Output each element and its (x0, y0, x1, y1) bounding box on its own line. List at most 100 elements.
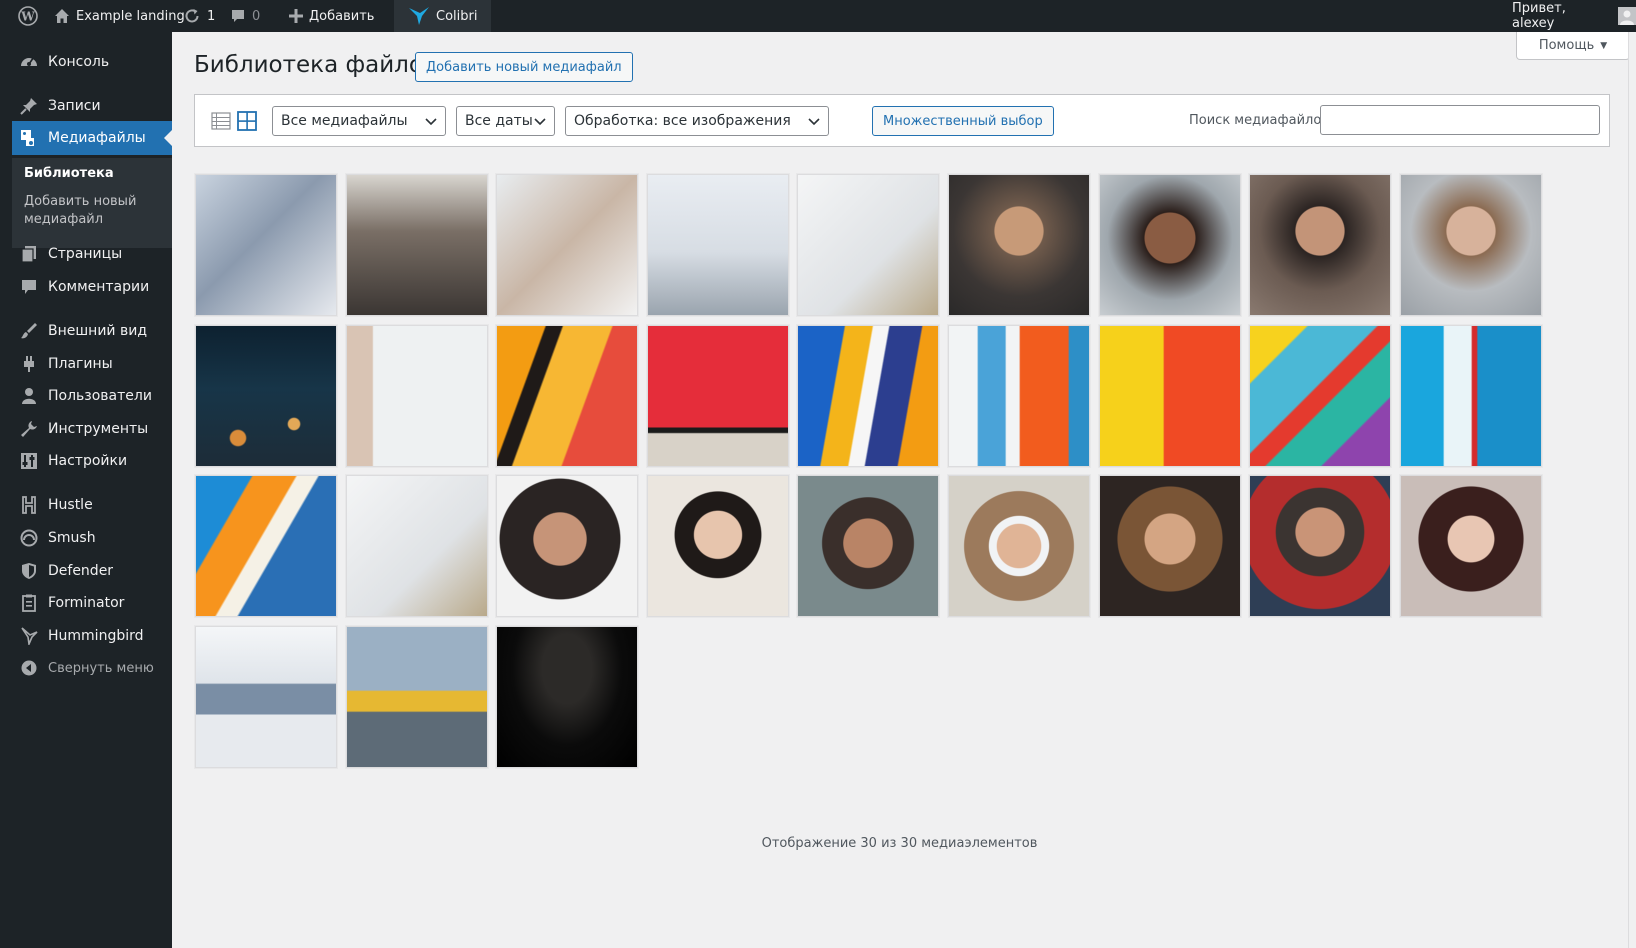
chevron-down-icon (425, 115, 437, 127)
plus-icon (289, 9, 303, 23)
orange-blue-paint-photo[interactable] (195, 475, 337, 617)
basket-coffee-photo-2[interactable] (346, 475, 488, 617)
help-label: Помощь (1538, 38, 1595, 53)
menu-item-hustle[interactable]: Hustle (12, 488, 172, 522)
menu-label: Инструменты (48, 421, 149, 437)
window-scrollbar-track[interactable] (1628, 32, 1636, 948)
menu-label: Записи (48, 98, 101, 114)
man-cap-photo[interactable] (797, 475, 939, 617)
avatar (1618, 7, 1636, 25)
office-interior-photo[interactable] (346, 174, 488, 316)
shield-icon (20, 562, 38, 580)
menu-label: Hustle (48, 497, 93, 513)
basket-coffee-photo[interactable] (797, 174, 939, 316)
menu-item-posts[interactable]: Записи (12, 89, 172, 123)
brush-icon (20, 322, 38, 340)
submenu-library[interactable]: Библиотека (24, 165, 154, 183)
hummingbird-icon (20, 627, 38, 647)
colorful-mural-photo[interactable] (1249, 325, 1391, 467)
dashboard-icon (20, 53, 38, 71)
asian-woman-photo[interactable] (647, 475, 789, 617)
woman-phone-photo[interactable] (496, 174, 638, 316)
menu-item-pages[interactable]: Страницы (12, 237, 172, 271)
menu-item-dashboard[interactable]: Консоль (12, 45, 172, 79)
greeting: Привет, alexey (1512, 1, 1566, 31)
taxi-street-photo[interactable] (346, 626, 488, 768)
blue-yellow-paint-photo[interactable] (797, 325, 939, 467)
desk-laptop-photo[interactable] (647, 174, 789, 316)
blue-orange-paint-photo[interactable] (948, 325, 1090, 467)
comments-link[interactable]: 0 (230, 0, 260, 32)
settings-icon (20, 452, 38, 470)
colibri-label: Colibri (436, 8, 478, 24)
laughing-man-photo[interactable] (1249, 475, 1391, 617)
menu-item-media[interactable]: Медиафайлы (12, 121, 172, 155)
menu-label: Консоль (48, 54, 110, 70)
grid-view-icon[interactable] (237, 111, 257, 131)
help-button[interactable]: Помощь ▼ (1516, 32, 1630, 60)
collapse-menu-button[interactable]: Свернуть меню (12, 651, 172, 685)
bulk-select-button[interactable]: Множественный выбор (872, 106, 1054, 136)
menu-item-comments[interactable]: Комментарии (12, 270, 172, 304)
colibri-link[interactable]: Colibri (394, 0, 492, 32)
businesswoman-photo[interactable] (1400, 174, 1542, 316)
add-new-media-button[interactable]: Добавить новый медиафайл (415, 52, 633, 82)
woman-sunglasses-photo[interactable] (948, 475, 1090, 617)
account-link[interactable]: Привет, alexey (1512, 0, 1636, 32)
dark-laptop-photo[interactable] (496, 626, 638, 768)
menu-item-defender[interactable]: Defender (12, 554, 172, 588)
form-icon (20, 594, 38, 612)
menu-item-hummingbird[interactable]: Hummingbird (12, 619, 172, 653)
city-night-photo[interactable] (195, 325, 337, 467)
man-glasses-photo[interactable] (1249, 174, 1391, 316)
list-view-icon[interactable] (211, 111, 231, 131)
users-icon (20, 387, 38, 405)
search-input[interactable] (1320, 105, 1600, 135)
man-headphones-photo[interactable] (496, 475, 638, 617)
menu-label: Настройки (48, 453, 128, 469)
date-filter[interactable]: Все даты (456, 106, 555, 136)
processing-filter[interactable]: Обработка: все изображения (565, 106, 829, 136)
wordpress-logo-icon[interactable]: W (18, 0, 38, 32)
refresh-icon (183, 7, 201, 25)
menu-label: Пользователи (48, 388, 152, 404)
menu-item-tools[interactable]: Инструменты (12, 412, 172, 446)
main-content: Помощь ▼ Библиотека файлов Добавить новы… (172, 32, 1630, 948)
imac-desk-photo[interactable] (195, 626, 337, 768)
media-type-filter[interactable]: Все медиафайлы (272, 106, 446, 136)
yellow-red-wall-photo[interactable] (1099, 325, 1241, 467)
submenu-add-new[interactable]: Добавить новый медиафайл (24, 193, 154, 229)
menu-item-users[interactable]: Пользователи (12, 379, 172, 413)
smush-icon (20, 529, 38, 547)
laughing-woman-photo[interactable] (1099, 475, 1241, 617)
menu-label: Smush (48, 530, 96, 546)
media-toolbar: Все медиафайлы Все даты Обработка: все и… (194, 94, 1610, 147)
woman-window-photo[interactable] (195, 174, 337, 316)
comments-count: 0 (252, 8, 261, 24)
menu-item-smush[interactable]: Smush (12, 521, 172, 555)
window-edge (0, 32, 12, 948)
dark-hair-woman-photo[interactable] (1400, 475, 1542, 617)
blue-red-paint-photo[interactable] (1400, 325, 1542, 467)
menu-item-settings[interactable]: Настройки (12, 444, 172, 478)
site-name-link[interactable]: Example landing (54, 0, 185, 32)
pin-icon (20, 97, 38, 115)
home-icon (54, 8, 70, 24)
svg-text:W: W (20, 10, 35, 24)
comment-icon (20, 278, 38, 296)
menu-item-plugins[interactable]: Плагины (12, 347, 172, 381)
updates-link[interactable]: 1 (183, 0, 215, 32)
bearded-man-photo[interactable] (948, 174, 1090, 316)
red-abstract-photo[interactable] (647, 325, 789, 467)
chevron-down-icon (808, 115, 820, 127)
new-content-link[interactable]: Добавить (289, 0, 374, 32)
smiling-woman-glasses-photo[interactable] (1099, 174, 1241, 316)
hand-white-photo[interactable] (346, 325, 488, 467)
menu-label: Внешний вид (48, 323, 148, 339)
menu-item-forminator[interactable]: Forminator (12, 586, 172, 620)
chevron-down-icon (534, 115, 546, 127)
menu-item-appearance[interactable]: Внешний вид (12, 314, 172, 348)
date-filter-value: Все даты (465, 113, 533, 129)
graffiti-orange-photo[interactable] (496, 325, 638, 467)
menu-label: Forminator (48, 595, 125, 611)
